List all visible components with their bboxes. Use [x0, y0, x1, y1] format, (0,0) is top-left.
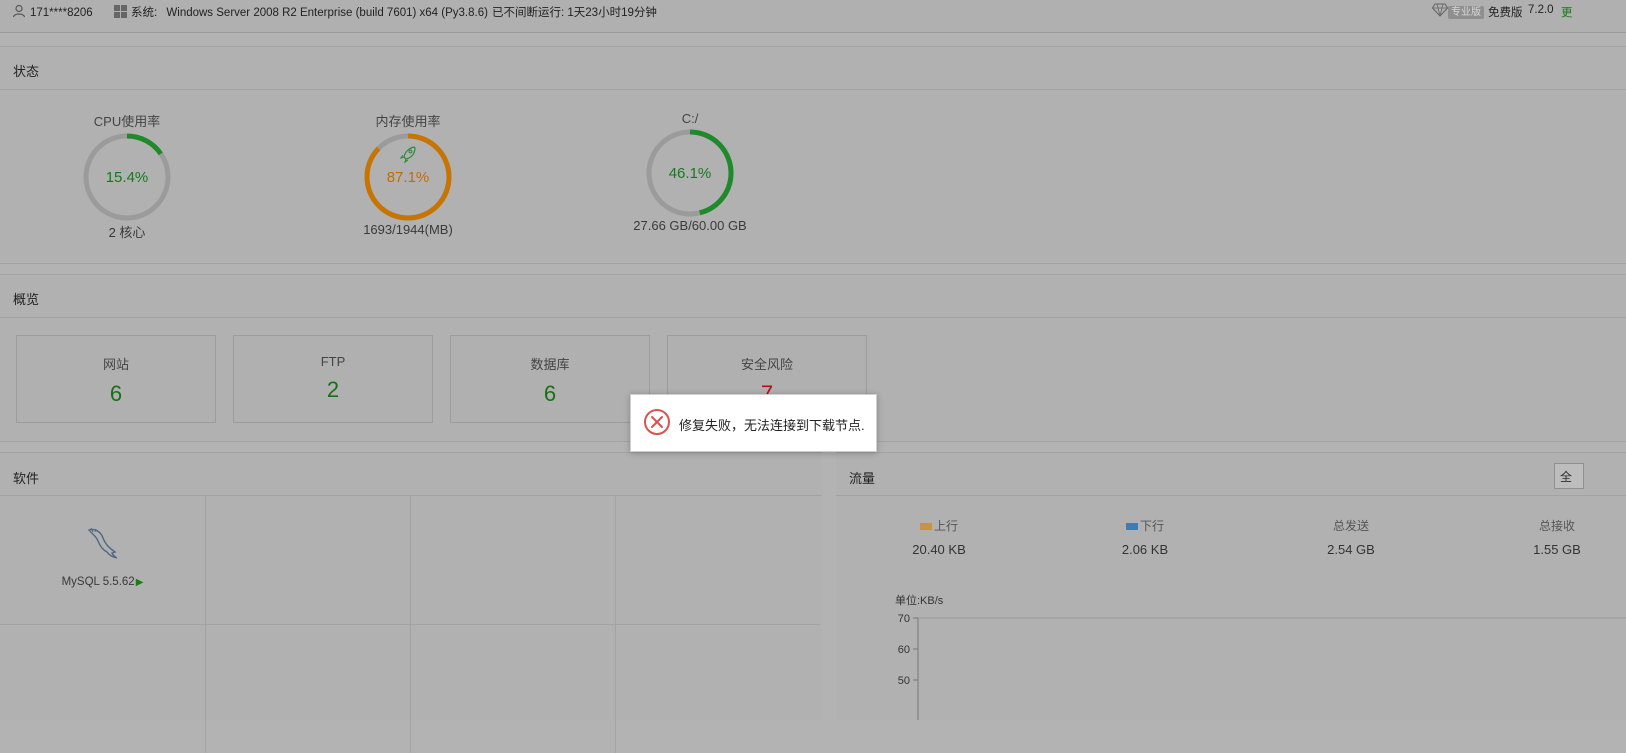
traffic-select[interactable]: 全: [1554, 463, 1584, 489]
windows-icon: [114, 5, 127, 18]
traffic-stat-download: 下行 2.06 KB: [1070, 517, 1220, 557]
card-label: 数据库: [530, 357, 570, 372]
traffic-stat-upload: 上行 20.40 KB: [864, 517, 1014, 557]
overview-title: 概览: [13, 292, 40, 307]
gauge-value: 87.1%: [387, 169, 430, 186]
system-value: Windows Server 2008 R2 Enterprise (build…: [166, 7, 488, 19]
memory-gauge[interactable]: 内存使用率 87.1% 1693/1944(MB): [308, 111, 508, 237]
card-label: FTP: [320, 354, 346, 369]
gauge-sub: 27.66 GB/60.00 GB: [633, 218, 747, 233]
software-item[interactable]: MySQL 5.5.62▶: [0, 496, 206, 625]
stat-label: 上行: [933, 519, 958, 533]
software-slot[interactable]: [205, 625, 411, 753]
y-tick-label: 70: [898, 613, 910, 625]
card-value[interactable]: 6: [451, 381, 649, 407]
stat-label: 下行: [1139, 519, 1164, 533]
upload-swatch: [919, 523, 932, 531]
gauge-sub: 2 核心: [108, 225, 146, 240]
software-title: 软件: [13, 471, 40, 486]
gauge-sub: 1693/1944(MB): [363, 222, 453, 237]
mysql-dolphin-icon: [87, 527, 118, 559]
gauge-title: C:/: [681, 111, 699, 126]
gauge-title: 内存使用率: [375, 114, 441, 129]
traffic-select-label: 全: [1560, 470, 1573, 484]
card-value[interactable]: 6: [17, 381, 215, 407]
software-slot[interactable]: [0, 625, 206, 753]
diamond-icon: [1431, 3, 1449, 17]
software-slot[interactable]: [410, 496, 616, 625]
user-icon: [12, 4, 26, 18]
system-label: 系统:: [131, 7, 158, 19]
user-info[interactable]: 171****8206: [12, 4, 93, 19]
y-tick-label: 60: [898, 644, 910, 656]
free-edition-label: 免费版: [1488, 7, 1523, 19]
traffic-divider: [836, 495, 1626, 496]
traffic-stat-total-received: 总接收 1.55 GB: [1482, 517, 1626, 557]
software-name: MySQL 5.5.62: [61, 576, 135, 588]
top-bar: 171****8206 系统: Windows Server 2008 R2 E…: [0, 0, 1626, 33]
overview-card-ftp[interactable]: FTP 2: [233, 335, 433, 423]
toast-message: 修复失败，无法连接到下载节点.: [679, 418, 865, 433]
pro-badge-label: 专业版: [1448, 6, 1484, 19]
download-swatch: [1125, 523, 1138, 531]
rocket-icon[interactable]: [399, 146, 416, 164]
stat-label: 总接收: [1538, 519, 1575, 533]
software-slot[interactable]: [615, 496, 820, 625]
stat-value: 2.54 GB: [1327, 542, 1375, 557]
error-toast: 修复失败，无法连接到下载节点.: [630, 394, 877, 452]
chart-unit-label: 单位:KB/s: [895, 593, 944, 607]
uptime: 已不间断运行: 1天23小时19分钟: [492, 7, 657, 19]
gauge-ring: 87.1%: [364, 133, 452, 221]
status-title: 状态: [13, 64, 40, 79]
version-number: 7.2.0: [1528, 4, 1554, 16]
software-slot[interactable]: [205, 496, 411, 625]
traffic-panel: 流量 全 上行 20.40 KB 下行 2.06 KB 总发送 2.54 GB …: [836, 452, 1626, 720]
traffic-chart[interactable]: 单位:KB/s 70 60 50: [836, 590, 1626, 720]
stat-value: 20.40 KB: [912, 542, 966, 557]
error-x-icon: [644, 409, 670, 435]
overview-card-websites[interactable]: 网站 6: [16, 335, 216, 423]
software-slot[interactable]: [410, 625, 616, 753]
status-divider: [0, 89, 1626, 90]
gauge-ring: 15.4%: [83, 133, 171, 221]
card-label: 网站: [102, 357, 129, 372]
pro-badge[interactable]: 专业版: [1431, 3, 1484, 19]
system-info: 系统: Windows Server 2008 R2 Enterprise (b…: [114, 4, 488, 20]
username: 171****8206: [30, 7, 93, 19]
status-panel: 状态 CPU使用率 15.4% 2 核心 内存使用率 87.1% 1693/19…: [0, 46, 1626, 264]
software-panel: 软件 MySQL 5.5.62▶: [0, 452, 822, 753]
disk-gauge[interactable]: C:/ 46.1% 27.66 GB/60.00 GB: [590, 111, 790, 233]
traffic-stat-total-sent: 总发送 2.54 GB: [1276, 517, 1426, 557]
gauge-ring: 46.1%: [646, 129, 734, 217]
gauge-value: 15.4%: [106, 169, 149, 186]
update-link[interactable]: 更: [1561, 4, 1573, 20]
y-tick-label: 50: [898, 675, 910, 687]
start-play-icon[interactable]: ▶: [136, 577, 144, 588]
card-value[interactable]: 2: [234, 377, 432, 403]
gauge-title: CPU使用率: [93, 114, 161, 129]
traffic-title: 流量: [849, 471, 876, 486]
cpu-gauge[interactable]: CPU使用率 15.4% 2 核心: [27, 111, 227, 241]
stat-label: 总发送: [1332, 519, 1369, 533]
stat-value: 1.55 GB: [1533, 542, 1581, 557]
overview-divider: [0, 317, 1626, 318]
stat-value: 2.06 KB: [1121, 542, 1169, 557]
gauge-value: 46.1%: [669, 165, 712, 182]
overview-card-databases[interactable]: 数据库 6: [450, 335, 650, 423]
card-label: 安全风险: [740, 357, 793, 372]
software-slot[interactable]: [615, 625, 820, 753]
